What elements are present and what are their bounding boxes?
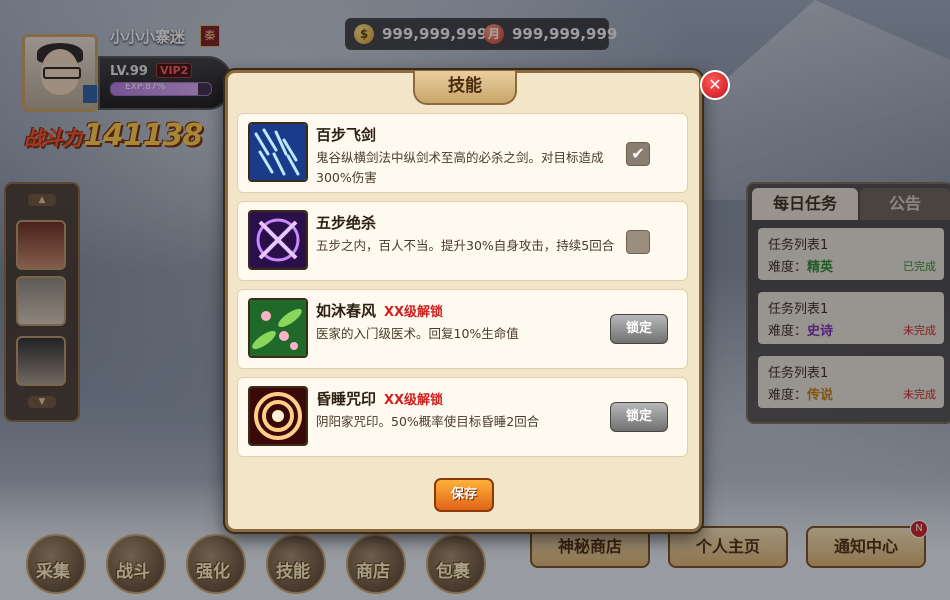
skill-name: 五步绝杀: [316, 212, 376, 233]
skill-desc: 医家的入门级医术。回复10%生命值: [316, 326, 519, 341]
skill-unlock-level: XX级解锁: [384, 393, 444, 408]
skill-equip-checkbox[interactable]: ✔: [626, 142, 650, 166]
dialog-title: 技能: [413, 71, 517, 105]
skill-name-text: 百步飞剑: [316, 126, 377, 144]
skill-row[interactable]: 五步绝杀 五步之内，百人不当。提升30%自身攻击，持续5回合: [237, 201, 688, 281]
skill-name-text: 如沐春风: [316, 302, 377, 320]
sword-volley-icon: [248, 122, 308, 182]
skill-unlock-level: XX级解锁: [384, 305, 444, 320]
skill-row[interactable]: 百步飞剑 鬼谷纵横剑法中纵剑术至高的必杀之剑。对目标造成300%伤害 ✔: [237, 113, 688, 193]
skill-name-text: 五步绝杀: [316, 214, 377, 232]
skill-desc: 鬼谷纵横剑法中纵剑术至高的必杀之剑。对目标造成300%伤害: [316, 150, 604, 185]
save-button[interactable]: 保存: [434, 478, 494, 512]
skill-name: 如沐春风 XX级解锁: [316, 300, 443, 321]
skill-dialog: 技能 百步飞剑 鬼谷纵横剑法中纵剑术至高的必杀之剑。对目标造成300%伤害 ✔: [225, 70, 702, 532]
skill-name-text: 昏睡咒印: [316, 390, 377, 408]
skill-desc: 阴阳家咒印。50%概率使目标昏睡2回合: [316, 414, 540, 429]
skill-lock-button[interactable]: 锁定: [610, 402, 668, 432]
skill-lock-button[interactable]: 锁定: [610, 314, 668, 344]
swirl-seal-icon: [248, 386, 308, 446]
skill-row[interactable]: 昏睡咒印 XX级解锁 阴阳家咒印。50%概率使目标昏睡2回合 锁定: [237, 377, 688, 457]
close-icon[interactable]: ✕: [700, 70, 730, 100]
skill-equip-checkbox[interactable]: [626, 230, 650, 254]
skill-name: 百步飞剑: [316, 124, 376, 145]
kill-rune-icon: [248, 210, 308, 270]
skill-row[interactable]: 如沐春风 XX级解锁 医家的入门级医术。回复10%生命值 锁定: [237, 289, 688, 369]
skill-desc: 五步之内，百人不当。提升30%自身攻击，持续5回合: [316, 238, 615, 253]
skill-name: 昏睡咒印 XX级解锁: [316, 388, 443, 409]
blossom-leaf-icon: [248, 298, 308, 358]
